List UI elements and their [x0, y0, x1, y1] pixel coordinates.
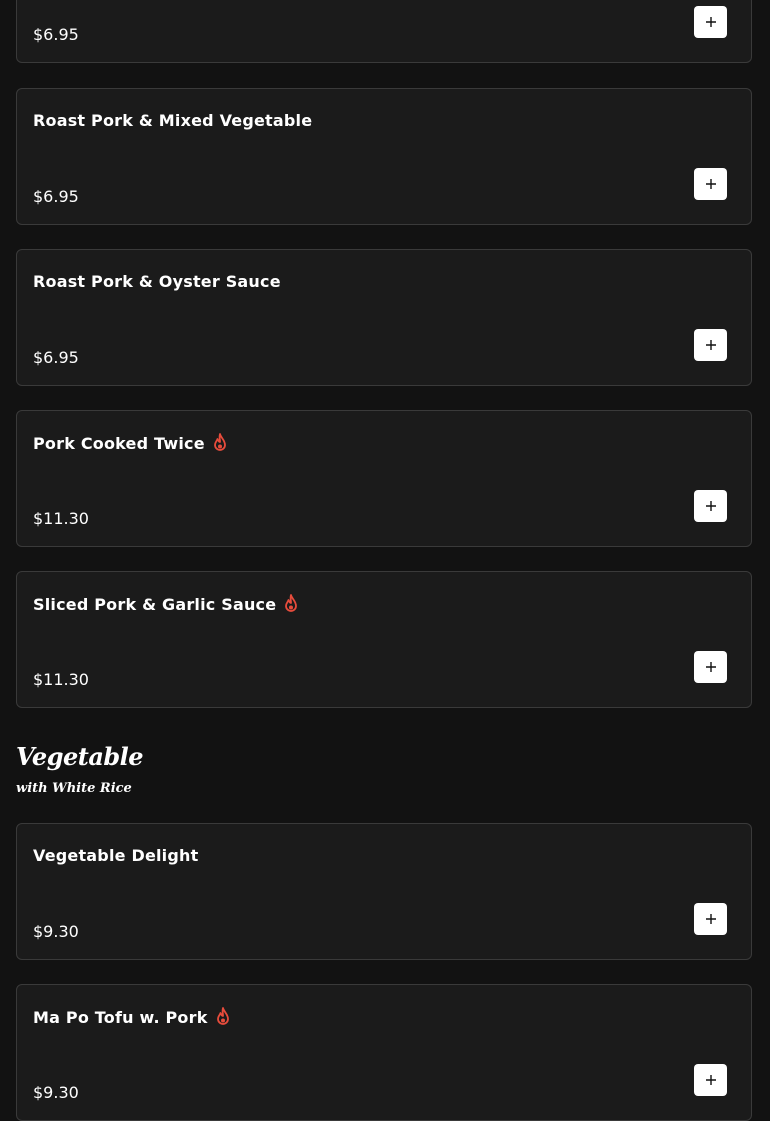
menu-item-card[interactable]: Ma Po Tofu w. Pork $9.30: [16, 984, 752, 1121]
add-item-button[interactable]: [694, 329, 727, 361]
item-name: Pork Cooked Twice: [33, 433, 228, 453]
item-price: $9.30: [33, 922, 79, 941]
item-name-text: Ma Po Tofu w. Pork: [33, 1007, 208, 1027]
menu-item-card[interactable]: Roast Pork & Mixed Vegetable $6.95: [16, 88, 752, 225]
add-item-button[interactable]: [694, 490, 727, 522]
item-name-text: Roast Pork & Mixed Vegetable: [33, 111, 313, 130]
flame-icon: [283, 594, 299, 614]
item-name: Sliced Pork & Garlic Sauce: [33, 594, 299, 614]
menu-item-card[interactable]: Roast Pork & Oyster Sauce $6.95: [16, 249, 752, 386]
item-name-text: Sliced Pork & Garlic Sauce: [33, 594, 277, 614]
add-item-button[interactable]: [694, 6, 727, 38]
item-price: $6.95: [33, 187, 79, 206]
section-title: Vegetable: [16, 742, 144, 771]
item-price: $6.95: [33, 348, 79, 367]
item-name-text: Pork Cooked Twice: [33, 433, 205, 453]
menu-item-card[interactable]: Vegetable Delight $9.30: [16, 823, 752, 960]
section-subtitle: with White Rice: [16, 781, 132, 796]
plus-icon: [705, 497, 717, 516]
item-name: Roast Pork & Mixed Vegetable: [33, 111, 312, 130]
plus-icon: [705, 658, 717, 677]
item-name: Vegetable Delight: [33, 846, 198, 865]
plus-icon: [705, 1071, 717, 1090]
flame-icon: [215, 1007, 231, 1027]
add-item-button[interactable]: [694, 168, 727, 200]
menu-item-card[interactable]: Pork Cooked Twice $11.30: [16, 410, 752, 547]
plus-icon: [705, 13, 717, 32]
plus-icon: [705, 336, 717, 355]
add-item-button[interactable]: [694, 651, 727, 683]
item-name: Ma Po Tofu w. Pork: [33, 1007, 231, 1027]
item-price: $11.30: [33, 509, 89, 528]
item-price: $11.30: [33, 670, 89, 689]
flame-icon: [212, 433, 228, 453]
item-price: $9.30: [33, 1083, 79, 1102]
item-name-text: Vegetable Delight: [33, 846, 199, 865]
plus-icon: [705, 910, 717, 929]
add-item-button[interactable]: [694, 903, 727, 935]
plus-icon: [705, 175, 717, 194]
add-item-button[interactable]: [694, 1064, 727, 1096]
menu-item-card: $6.95: [16, 0, 752, 63]
item-price: $6.95: [33, 25, 79, 44]
item-name-text: Roast Pork & Oyster Sauce: [33, 272, 281, 291]
item-name: Roast Pork & Oyster Sauce: [33, 272, 281, 291]
menu-item-card[interactable]: Sliced Pork & Garlic Sauce $11.30: [16, 571, 752, 708]
